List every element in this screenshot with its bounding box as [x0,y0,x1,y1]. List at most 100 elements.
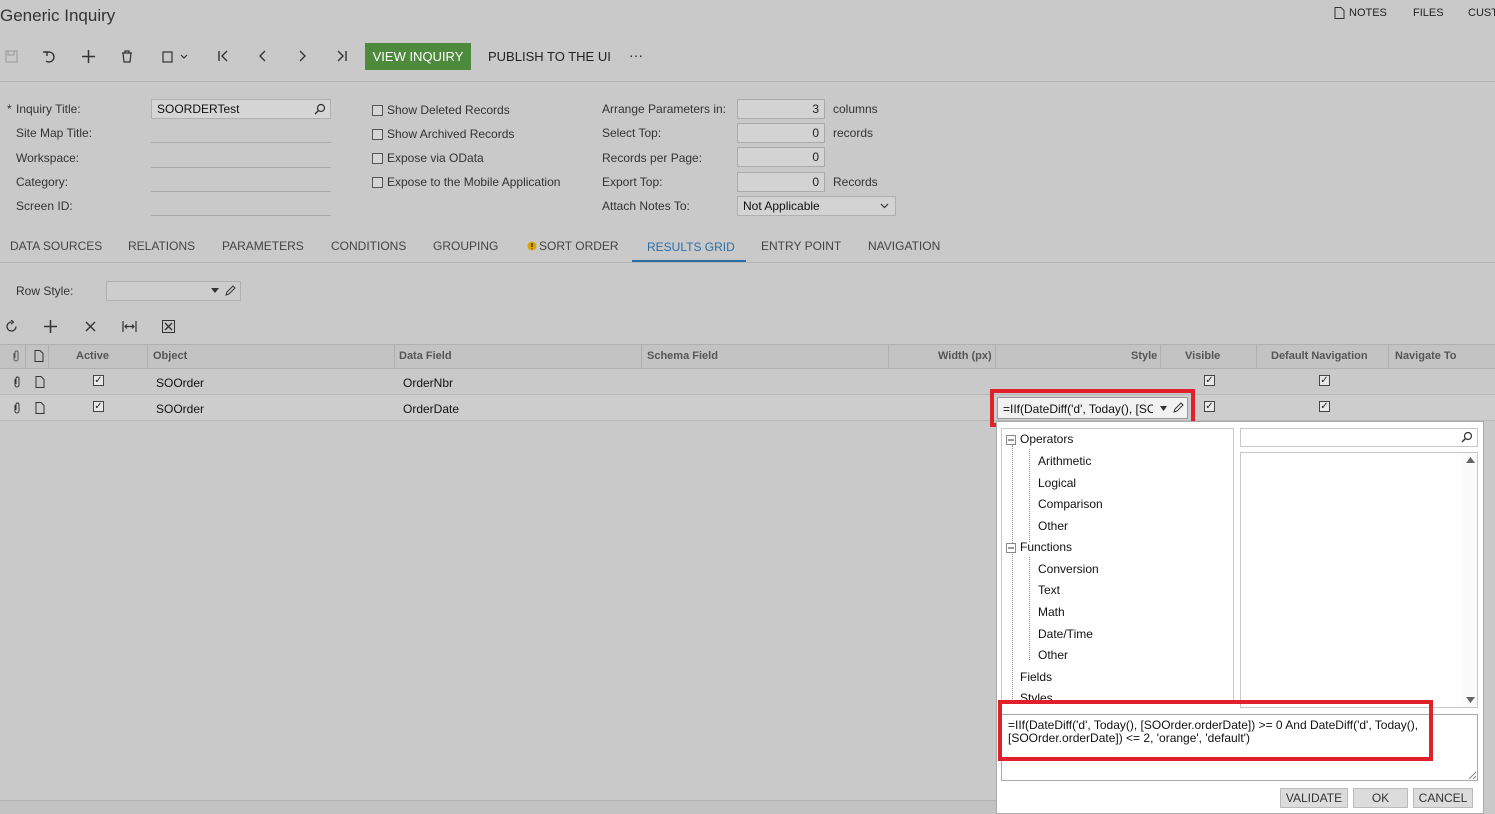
attachment-icon[interactable] [13,376,21,388]
checkbox-box[interactable] [372,104,383,116]
cancel-button[interactable]: CANCEL [1413,788,1473,808]
tree-item-conversion[interactable]: Conversion [1038,562,1099,576]
records-per-page-field[interactable]: 0 [737,147,825,167]
tree-item-functions[interactable]: Functions [1020,540,1072,554]
active-checkbox[interactable]: ✓ [93,401,104,412]
active-checkbox[interactable]: ✓ [93,375,104,386]
scrollbar[interactable] [1463,453,1477,707]
collapse-icon[interactable] [1006,435,1016,445]
files-button[interactable]: FILES [1413,7,1444,19]
refresh-icon[interactable] [0,316,22,336]
publish-to-ui-button[interactable]: PUBLISH TO THE UI [488,49,611,64]
attach-notes-select[interactable]: Not Applicable [737,196,896,216]
tab-conditions[interactable]: CONDITIONS [331,239,406,253]
column-header-schema-field[interactable]: Schema Field [647,350,718,362]
tree-item-comparison[interactable]: Comparison [1038,497,1103,511]
search-icon[interactable] [314,103,326,115]
fit-columns-icon[interactable] [118,316,140,336]
table-row[interactable] [0,369,1495,395]
scroll-up-icon[interactable] [1466,457,1475,463]
object-cell[interactable]: SOOrder [156,402,204,416]
resize-handle-icon[interactable] [1468,771,1476,779]
column-header-width[interactable]: Width (px) [938,350,992,362]
column-header-active[interactable]: Active [76,350,109,362]
tree-item-operators[interactable]: Operators [1020,432,1073,446]
tree-item-logical[interactable]: Logical [1038,476,1076,490]
search-icon[interactable] [1461,431,1473,443]
checkbox-box[interactable] [372,128,383,140]
tab-parameters[interactable]: PARAMETERS [222,239,304,253]
site-map-title-field[interactable] [151,123,331,143]
view-inquiry-button[interactable]: VIEW INQUIRY [365,43,471,70]
checkbox-box[interactable] [372,176,383,188]
show-archived-checkbox[interactable]: Show Archived Records [372,127,514,141]
tab-relations[interactable]: RELATIONS [128,239,195,253]
pencil-icon[interactable] [224,285,236,297]
collapse-icon[interactable] [1006,543,1016,553]
validate-button[interactable]: VALIDATE [1280,788,1348,808]
default-navigation-checkbox[interactable]: ✓ [1319,375,1330,386]
customization-button[interactable]: CUST [1468,7,1495,19]
inquiry-title-field[interactable]: SOORDERTest [151,99,331,119]
select-top-field[interactable]: 0 [737,123,825,143]
column-header-style[interactable]: Style [1131,350,1157,362]
default-navigation-checkbox[interactable]: ✓ [1319,401,1330,412]
visible-checkbox[interactable]: ✓ [1204,401,1215,412]
column-header-navigate-to[interactable]: Navigate To [1395,350,1457,362]
tree-item-text[interactable]: Text [1038,583,1060,597]
delete-icon[interactable] [116,46,138,66]
note-icon[interactable] [35,376,45,388]
undo-icon[interactable] [38,46,60,66]
caret-down-icon[interactable] [1160,406,1167,411]
next-record-icon[interactable] [291,46,313,66]
category-field[interactable] [151,172,331,192]
tree-item-fields[interactable]: Fields [1020,670,1052,684]
table-row[interactable] [0,395,1495,421]
copy-paste-icon[interactable] [156,46,194,66]
tab-navigation[interactable]: NAVIGATION [868,239,940,253]
attachment-icon[interactable] [13,402,21,414]
formula-items-list[interactable] [1240,452,1478,708]
delete-row-icon[interactable] [79,316,101,336]
tree-item-math[interactable]: Math [1038,605,1065,619]
column-header-object[interactable]: Object [153,350,187,362]
ok-button[interactable]: OK [1353,788,1408,808]
export-excel-icon[interactable] [157,316,179,336]
tree-item-arithmetic[interactable]: Arithmetic [1038,454,1091,468]
column-header-default-navigation[interactable]: Default Navigation [1271,350,1368,362]
row-style-select[interactable] [106,281,241,301]
screen-id-field[interactable] [151,196,331,216]
show-deleted-checkbox[interactable]: Show Deleted Records [372,103,510,117]
arrange-parameters-field[interactable]: 3 [737,99,825,119]
previous-record-icon[interactable] [252,46,274,66]
data-field-cell[interactable]: OrderNbr [403,376,453,390]
save-icon[interactable] [0,46,22,66]
tab-entry-point[interactable]: ENTRY POINT [761,239,841,253]
formula-search-input[interactable] [1240,428,1478,447]
style-cell-editor[interactable]: =IIf(DateDiff('d', Today(), [SOO [997,397,1188,419]
tree-item-operators-other[interactable]: Other [1038,519,1068,533]
visible-checkbox[interactable]: ✓ [1204,375,1215,386]
tab-grouping[interactable]: GROUPING [433,239,498,253]
tab-results-grid[interactable]: RESULTS GRID [647,240,735,254]
column-header-visible[interactable]: Visible [1185,350,1220,362]
export-top-field[interactable]: 0 [737,172,825,192]
expose-odata-checkbox[interactable]: Expose via OData [372,151,484,165]
tree-item-datetime[interactable]: Date/Time [1038,627,1093,641]
object-cell[interactable]: SOOrder [156,376,204,390]
data-field-cell[interactable]: OrderDate [403,402,459,416]
expose-mobile-checkbox[interactable]: Expose to the Mobile Application [372,175,560,189]
first-record-icon[interactable] [212,46,234,66]
note-icon[interactable] [35,402,45,414]
last-record-icon[interactable] [331,46,353,66]
add-row-icon[interactable] [39,316,61,336]
add-icon[interactable] [77,46,99,66]
notes-button[interactable]: NOTES [1334,7,1387,19]
checkbox-box[interactable] [372,152,383,164]
column-header-data-field[interactable]: Data Field [399,350,452,362]
pencil-icon[interactable] [1172,402,1184,414]
workspace-field[interactable] [151,148,331,168]
tree-item-functions-other[interactable]: Other [1038,648,1068,662]
tab-data-sources[interactable]: DATA SOURCES [10,239,102,253]
scroll-down-icon[interactable] [1466,697,1475,703]
